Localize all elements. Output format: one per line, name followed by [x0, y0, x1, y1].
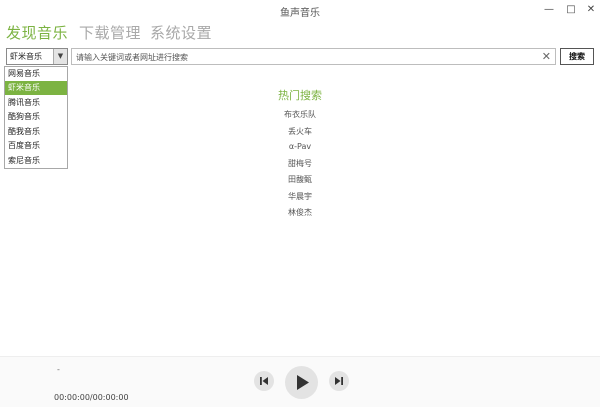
current-song: -	[57, 365, 60, 374]
next-track-button[interactable]	[329, 371, 349, 391]
hot-search-item[interactable]: 甜梅号	[200, 158, 400, 169]
close-icon: ✕	[586, 4, 596, 15]
tab-discover-music[interactable]: 发现音乐	[6, 22, 68, 43]
play-icon	[297, 375, 309, 390]
search-button[interactable]: 搜索	[560, 48, 594, 65]
source-option-tencent[interactable]: 腾讯音乐	[5, 96, 67, 110]
hot-search-item[interactable]: 布衣乐队	[200, 109, 400, 120]
maximize-icon: □	[566, 4, 576, 15]
close-button[interactable]: ✕	[582, 2, 600, 18]
source-option-kugou[interactable]: 酷狗音乐	[5, 110, 67, 124]
hot-search-item[interactable]: 林俊杰	[200, 207, 400, 218]
minimize-icon: —	[544, 4, 554, 15]
clear-icon[interactable]: ✕	[542, 50, 551, 63]
hot-search-item[interactable]: 丢火车	[200, 126, 400, 137]
previous-track-button[interactable]	[254, 371, 274, 391]
source-option-netease[interactable]: 网易音乐	[5, 67, 67, 81]
skip-previous-icon	[260, 377, 268, 385]
maximize-button[interactable]: □	[562, 2, 580, 18]
title-bar: 鱼声音乐 — □ ✕	[0, 0, 600, 22]
search-input[interactable]	[76, 51, 536, 63]
skip-next-icon	[335, 377, 343, 385]
playback-time: 00:00:00/00:00:00	[54, 393, 129, 402]
source-option-xiami[interactable]: 虾米音乐	[5, 81, 67, 95]
app-title: 鱼声音乐	[280, 8, 320, 19]
source-dropdown-list: 网易音乐 虾米音乐 腾讯音乐 酷狗音乐 酷我音乐 百度音乐 索尼音乐	[4, 66, 68, 169]
player-bar: - 00:00:00/00:00:00	[0, 356, 600, 407]
source-option-sony[interactable]: 索尼音乐	[5, 154, 67, 168]
hot-search-item[interactable]: 田馥甄	[200, 174, 400, 185]
source-option-kuwo[interactable]: 酷我音乐	[5, 125, 67, 139]
source-option-baidu[interactable]: 百度音乐	[5, 139, 67, 153]
search-box: ✕	[71, 48, 556, 65]
selected-source: 虾米音乐	[10, 52, 42, 61]
music-source-select[interactable]: 虾米音乐 ▼	[6, 48, 68, 65]
minimize-button[interactable]: —	[540, 2, 558, 18]
tab-download-manager[interactable]: 下载管理	[79, 22, 141, 43]
hot-search-title: 热门搜索	[278, 89, 322, 102]
hot-search-item[interactable]: 华晨宇	[200, 191, 400, 202]
tab-system-settings[interactable]: 系统设置	[150, 22, 212, 43]
dropdown-arrow-icon[interactable]: ▼	[53, 49, 67, 64]
hot-search-item[interactable]: α-Pav	[200, 142, 400, 151]
play-button[interactable]	[285, 366, 318, 399]
